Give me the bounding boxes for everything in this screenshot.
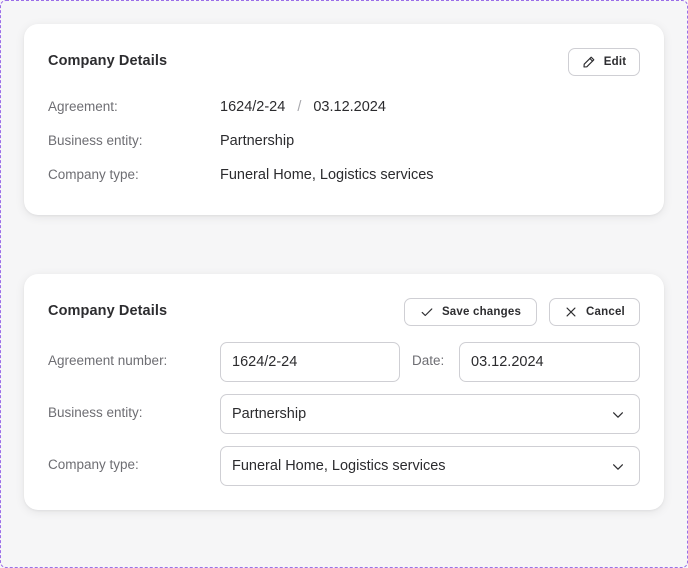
business-entity-label: Business entity: — [48, 133, 143, 148]
edit-button[interactable]: Edit — [568, 48, 640, 76]
agreement-number-label: Agreement number: — [48, 353, 168, 368]
date-input[interactable]: 03.12.2024 — [459, 342, 640, 382]
date-input-value: 03.12.2024 — [471, 354, 544, 370]
business-entity-select-value: Partnership — [232, 406, 307, 422]
chevron-down-icon — [613, 412, 623, 418]
company-details-view-card: Company Details Edit Agreement: 1624/2-2… — [24, 24, 664, 215]
pencil-icon — [583, 56, 595, 68]
agreement-number-input[interactable]: 1624/2-24 — [220, 342, 400, 382]
business-entity-value: Partnership — [220, 133, 295, 149]
agreement-date: 03.12.2024 — [313, 99, 386, 115]
agreement-label: Agreement: — [48, 99, 118, 114]
cancel-label: Cancel — [586, 306, 625, 318]
company-details-edit-card: Company Details Save changes Cancel Agre… — [24, 274, 664, 510]
agreement-separator: / — [297, 99, 302, 115]
company-type-label: Company type: — [48, 457, 139, 472]
business-entity-select[interactable]: Partnership — [220, 394, 640, 434]
company-type-select[interactable]: Funeral Home, Logistics services — [220, 446, 640, 486]
company-type-select-value: Funeral Home, Logistics services — [232, 458, 446, 474]
save-changes-label: Save changes — [441, 306, 522, 318]
card-title: Company Details — [48, 303, 168, 319]
agreement-number-input-value: 1624/2-24 — [232, 354, 298, 370]
card-title: Company Details — [48, 53, 168, 69]
save-changes-button[interactable]: Save changes — [404, 298, 537, 326]
company-type-value: Funeral Home, Logistics services — [220, 167, 434, 183]
check-icon — [421, 308, 433, 317]
chevron-down-icon — [613, 464, 623, 470]
close-icon — [566, 307, 576, 317]
business-entity-label: Business entity: — [48, 405, 143, 420]
cancel-button[interactable]: Cancel — [549, 298, 640, 326]
company-type-label: Company type: — [48, 167, 139, 182]
agreement-value: 1624/2-24 / 03.12.2024 — [220, 99, 386, 115]
edit-button-label: Edit — [603, 56, 627, 68]
agreement-number: 1624/2-24 — [220, 99, 286, 115]
date-label: Date: — [412, 353, 445, 368]
